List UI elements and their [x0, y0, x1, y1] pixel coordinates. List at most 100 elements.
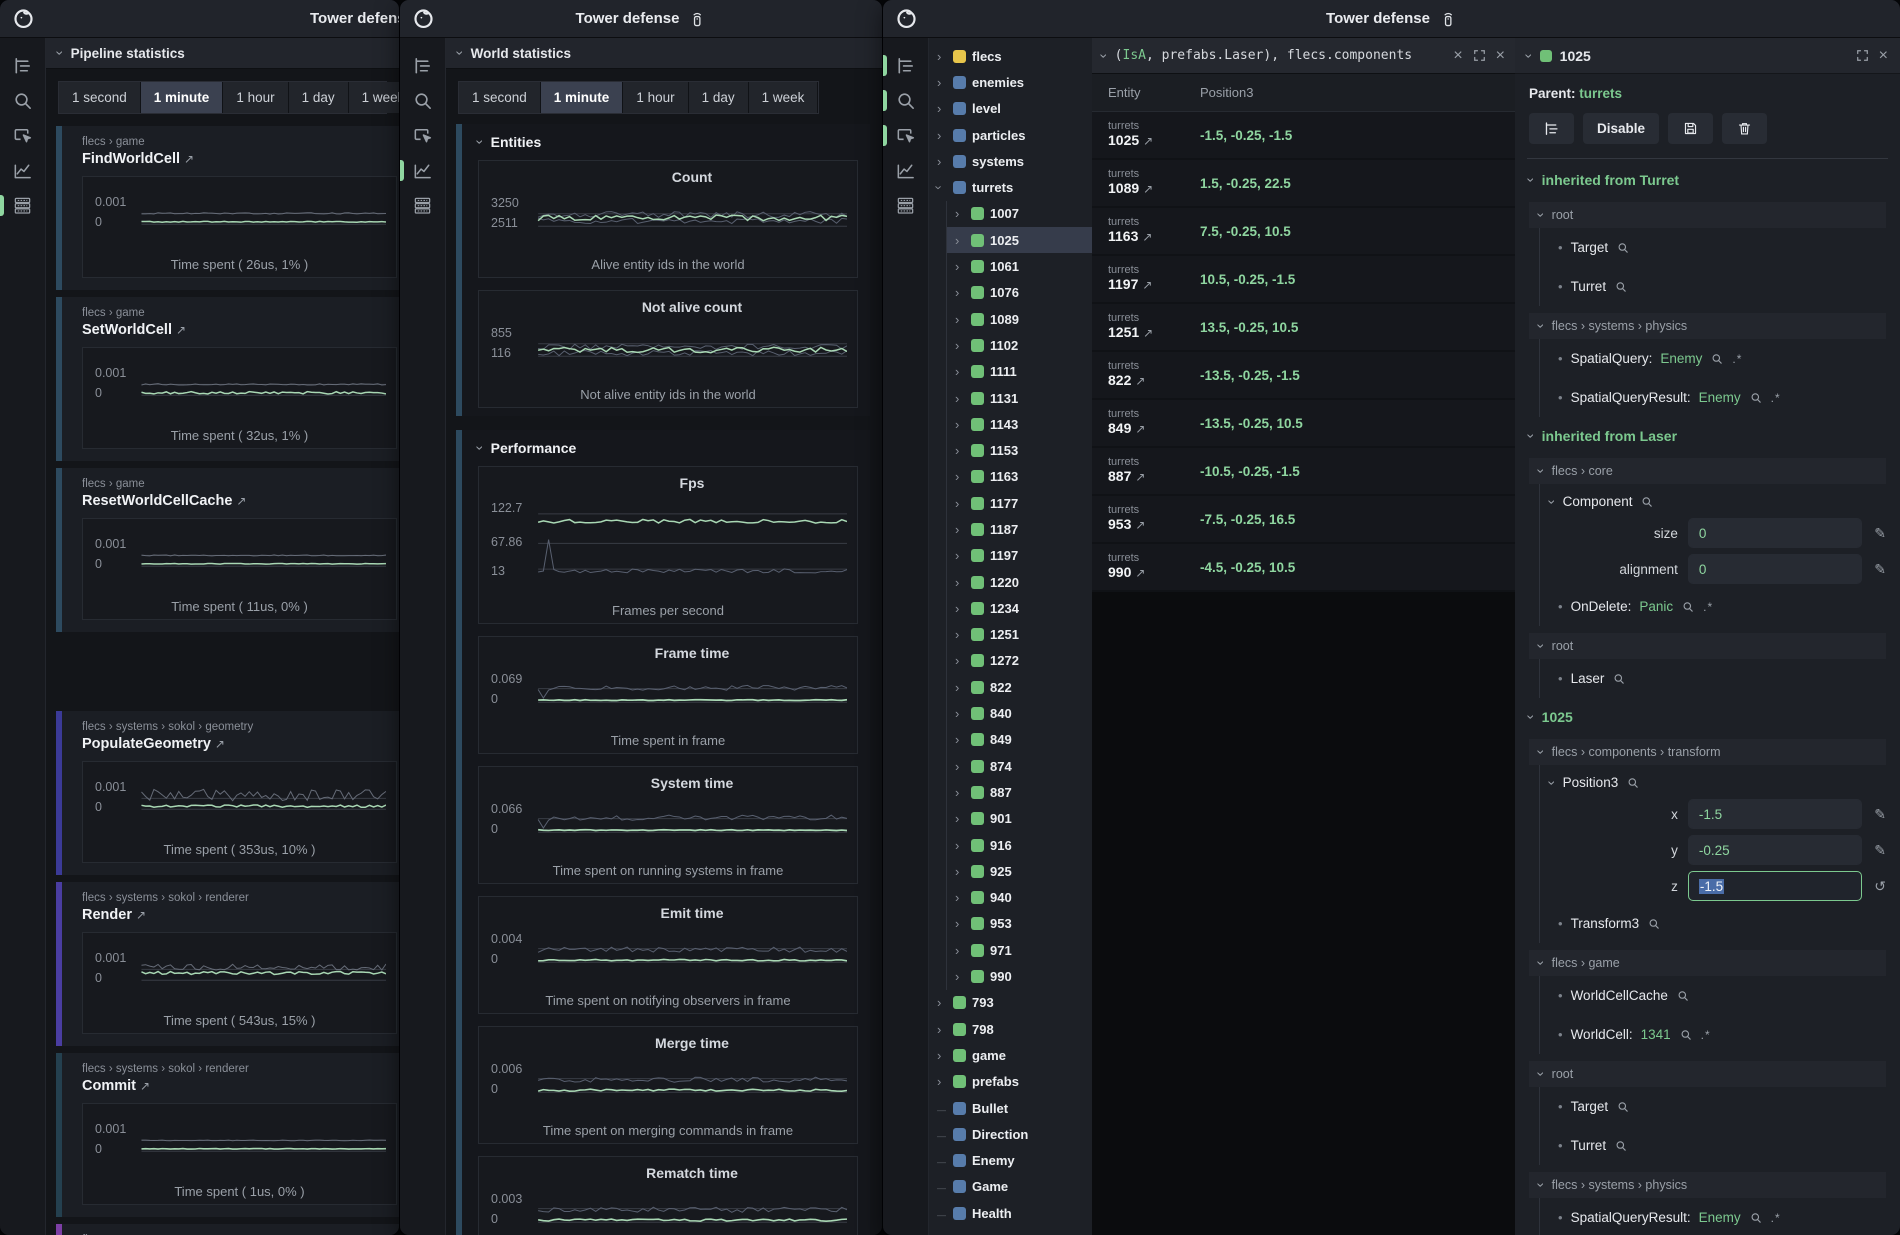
- inspector-icon[interactable]: [400, 118, 445, 153]
- expand-chevron-icon[interactable]: [955, 443, 965, 458]
- expand-chevron-icon[interactable]: [955, 575, 965, 590]
- inspector-icon[interactable]: [0, 118, 45, 153]
- expand-chevron-icon[interactable]: [937, 995, 947, 1010]
- expand-chevron-icon[interactable]: [937, 1179, 947, 1194]
- entity-id-link[interactable]: 822↗: [1108, 372, 1145, 388]
- expand-chevron-icon[interactable]: [937, 49, 947, 64]
- expand-chevron-icon[interactable]: [955, 312, 965, 327]
- module-group-header[interactable]: › root: [1529, 1061, 1886, 1087]
- query-result-row[interactable]: turrets 1163↗ 7.5, -0.25, 10.5: [1092, 208, 1515, 256]
- search-icon[interactable]: [1749, 1211, 1763, 1225]
- search-icon[interactable]: [1614, 280, 1628, 294]
- tree-icon[interactable]: [0, 48, 45, 83]
- inspector-section-header[interactable]: › inherited from Turret: [1529, 161, 1886, 195]
- search-icon[interactable]: [1612, 672, 1626, 686]
- expand-chevron-icon[interactable]: [955, 706, 965, 721]
- time-range-tab[interactable]: 1 day: [689, 82, 749, 113]
- clear-query-icon[interactable]: ×: [1453, 48, 1462, 64]
- edit-pencil-icon[interactable]: ✎: [1874, 806, 1886, 823]
- system-name-link[interactable]: Render↗: [82, 907, 399, 923]
- search-icon[interactable]: [1679, 1028, 1693, 1042]
- expand-chevron-icon[interactable]: [955, 811, 965, 826]
- edit-pencil-icon[interactable]: ✎: [1874, 842, 1886, 859]
- tree-item[interactable]: 1153: [946, 437, 1092, 463]
- tree-item[interactable]: 1143: [946, 411, 1092, 437]
- time-range-tab[interactable]: 1 week: [749, 82, 819, 113]
- module-group-header[interactable]: › root: [1529, 202, 1886, 228]
- search-icon[interactable]: [1749, 391, 1763, 405]
- world-stats-icon[interactable]: [883, 153, 928, 188]
- tree-item[interactable]: turrets: [929, 174, 1092, 200]
- pair-wildcard[interactable]: .*: [1771, 391, 1781, 405]
- tree-item[interactable]: 793: [929, 990, 1092, 1016]
- expand-chevron-icon[interactable]: [937, 1206, 947, 1221]
- query-result-row[interactable]: turrets 887↗ -10.5, -0.25, -1.5: [1092, 448, 1515, 496]
- tree-icon[interactable]: [400, 48, 445, 83]
- tree-item[interactable]: enemies: [929, 69, 1092, 95]
- field-input[interactable]: 0: [1688, 554, 1862, 584]
- module-group-header[interactable]: › root: [1529, 633, 1886, 659]
- query-result-row[interactable]: turrets 953↗ -7.5, -0.25, 16.5: [1092, 496, 1515, 544]
- component-row[interactable]: › Position3: [1539, 765, 1886, 796]
- expand-chevron-icon[interactable]: [937, 75, 947, 90]
- tree-item[interactable]: 1076: [946, 280, 1092, 306]
- expand-chevron-icon[interactable]: [937, 180, 947, 195]
- pair-wildcard[interactable]: .*: [1732, 352, 1742, 366]
- pair-target-link[interactable]: Enemy: [1699, 390, 1741, 405]
- expand-chevron-icon[interactable]: [937, 154, 947, 169]
- tree-item[interactable]: 849: [946, 727, 1092, 753]
- tree-item[interactable]: 925: [946, 858, 1092, 884]
- search-icon[interactable]: [1710, 352, 1724, 366]
- search-icon[interactable]: [1626, 776, 1640, 790]
- tree-item[interactable]: 1131: [946, 385, 1092, 411]
- field-input[interactable]: -1.5: [1688, 799, 1862, 829]
- query-result-row[interactable]: turrets 1089↗ 1.5, -0.25, 22.5: [1092, 160, 1515, 208]
- expand-chevron-icon[interactable]: [955, 864, 965, 879]
- undo-icon[interactable]: ↺: [1874, 878, 1886, 895]
- entity-id-link[interactable]: 1025↗: [1108, 132, 1153, 148]
- expand-panel-icon[interactable]: [1472, 48, 1487, 63]
- search-icon[interactable]: [1640, 495, 1654, 509]
- system-name-link[interactable]: PopulateGeometry↗: [82, 736, 399, 752]
- edit-pencil-icon[interactable]: ✎: [1874, 525, 1886, 542]
- tree-item[interactable]: 887: [946, 779, 1092, 805]
- tree-item[interactable]: Direction: [929, 1121, 1092, 1147]
- module-group-header[interactable]: › flecs › components › transform: [1529, 739, 1886, 765]
- query-result-row[interactable]: turrets 990↗ -4.5, -0.25, 10.5: [1092, 544, 1515, 592]
- expand-chevron-icon[interactable]: [955, 469, 965, 484]
- tree-item[interactable]: 1102: [946, 332, 1092, 358]
- query-result-row[interactable]: turrets 1025↗ -1.5, -0.25, -1.5: [1092, 112, 1515, 160]
- expand-chevron-icon[interactable]: [937, 1127, 947, 1142]
- pair-target-link[interactable]: Enemy: [1699, 1210, 1741, 1225]
- expand-chevron-icon[interactable]: [955, 601, 965, 616]
- query-input[interactable]: (IsA, prefabs.Laser), flecs.components: [1115, 48, 1446, 63]
- world-stats-icon[interactable]: [0, 153, 45, 188]
- entity-id-link[interactable]: 1197↗: [1108, 276, 1152, 292]
- tree-item[interactable]: 1007: [946, 201, 1092, 227]
- save-button[interactable]: [1668, 113, 1713, 144]
- time-range-tab[interactable]: 1 hour: [623, 82, 688, 113]
- expand-chevron-icon[interactable]: [955, 838, 965, 853]
- expand-chevron-icon[interactable]: [955, 943, 965, 958]
- expand-chevron-icon[interactable]: [955, 259, 965, 274]
- inspector-section-header[interactable]: › inherited from Laser: [1529, 417, 1886, 451]
- entity-id-link[interactable]: 953↗: [1108, 516, 1145, 532]
- search-icon[interactable]: [1616, 1100, 1630, 1114]
- field-input[interactable]: -0.25: [1688, 835, 1862, 865]
- expand-chevron-icon[interactable]: [955, 206, 965, 221]
- time-range-tab[interactable]: 1 minute: [541, 82, 624, 113]
- expand-chevron-icon[interactable]: [955, 890, 965, 905]
- expand-panel-icon[interactable]: [1855, 48, 1870, 63]
- tree-item[interactable]: 1061: [946, 253, 1092, 279]
- tree-item[interactable]: 1089: [946, 306, 1092, 332]
- world-stats-icon[interactable]: [400, 153, 445, 188]
- chevron-down-icon[interactable]: ›: [1097, 53, 1111, 58]
- tree-item[interactable]: 1163: [946, 464, 1092, 490]
- expand-chevron-icon[interactable]: [955, 916, 965, 931]
- remote-connection-icon[interactable]: [688, 10, 706, 28]
- query-result-row[interactable]: turrets 1197↗ 10.5, -0.25, -1.5: [1092, 256, 1515, 304]
- expand-chevron-icon[interactable]: [955, 785, 965, 800]
- time-range-tab[interactable]: 1 hour: [223, 82, 288, 113]
- tree-item[interactable]: 822: [946, 674, 1092, 700]
- panel-header[interactable]: › Pipeline statistics: [46, 38, 399, 69]
